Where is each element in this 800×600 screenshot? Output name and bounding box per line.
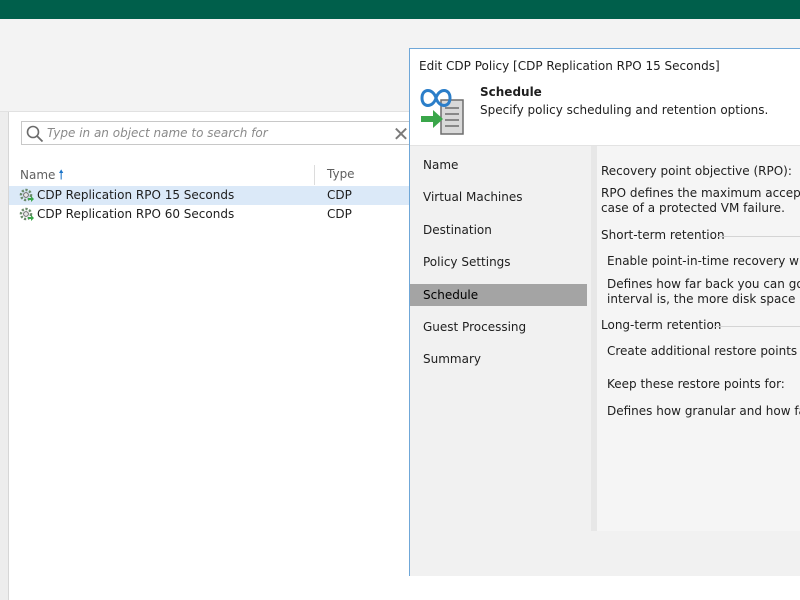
rpo-description-line-2: case of a protected VM failure.	[601, 201, 785, 215]
search-input[interactable]	[47, 124, 377, 142]
wizard-step-policy-settings[interactable]: Policy Settings	[410, 251, 587, 273]
edit-cdp-policy-dialog: Edit CDP Policy [CDP Replication RPO 15 …	[409, 48, 800, 577]
keep-restore-points-label: Keep these restore points for:	[607, 377, 785, 391]
section-divider	[715, 326, 800, 327]
sort-ascending-icon: 🠕	[58, 168, 64, 183]
long-term-retention-heading: Long-term retention	[601, 318, 722, 332]
search-icon	[26, 125, 44, 143]
wizard-step-title: Schedule	[480, 85, 542, 99]
dialog-bottom-area	[409, 576, 800, 600]
cdp-policy-icon	[18, 187, 34, 203]
column-header-name-label: Name	[20, 168, 56, 182]
dialog-title[interactable]: Edit CDP Policy [CDP Replication RPO 15 …	[419, 59, 720, 73]
rpo-description-line-1: RPO defines the maximum acceptable	[601, 186, 800, 200]
wizard-body: Name Virtual Machines Destination Policy…	[410, 145, 800, 577]
wizard-step-subtitle: Specify policy scheduling and retention …	[480, 103, 769, 117]
schedule-settings-pane: Recovery point objective (RPO): RPO defi…	[591, 146, 800, 531]
schedule-settings-content: Recovery point objective (RPO): RPO defi…	[597, 146, 800, 531]
table-row[interactable]: CDP Replication RPO 15 Seconds CDP	[9, 186, 409, 205]
row-name: CDP Replication RPO 60 Seconds	[37, 207, 235, 221]
column-header-name[interactable]: Name 🠕	[20, 166, 64, 188]
row-type: CDP	[327, 188, 352, 202]
wizard-footer	[410, 531, 800, 577]
search-box: ✕	[21, 121, 413, 145]
wizard-step-name[interactable]: Name	[410, 154, 587, 176]
cdp-policy-icon	[18, 206, 34, 222]
list-column-headers: Name 🠕 Type	[9, 164, 409, 186]
wizard-step-destination[interactable]: Destination	[410, 219, 587, 241]
cdp-schedule-icon	[419, 86, 465, 136]
short-term-retention-heading: Short-term retention	[601, 228, 725, 242]
additional-restore-points-label: Create additional restore points every:	[607, 344, 800, 358]
section-divider	[717, 236, 800, 237]
wizard-steps-nav: Name Virtual Machines Destination Policy…	[410, 146, 590, 531]
short-term-description-line-2: interval is, the more disk space is requ	[607, 292, 800, 306]
wizard-step-schedule[interactable]: Schedule	[410, 284, 587, 306]
point-in-time-recovery-label: Enable point-in-time recovery within:	[607, 254, 800, 268]
rpo-label: Recovery point objective (RPO):	[601, 164, 792, 178]
short-term-description-line-1: Defines how far back you can go from	[607, 277, 800, 291]
wizard-header: Schedule Specify policy scheduling and r…	[410, 77, 800, 145]
policy-list-panel: ✕ Name🠕 Type CDP Replication RPO 15 Seco…	[9, 112, 413, 600]
column-header-type[interactable]: Type	[327, 167, 355, 181]
column-separator[interactable]	[314, 165, 315, 185]
table-row[interactable]: CDP Replication RPO 60 Seconds CDP	[9, 205, 409, 224]
app-title-bar	[0, 0, 800, 19]
wizard-step-guest-processing[interactable]: Guest Processing	[410, 316, 587, 338]
row-name: CDP Replication RPO 15 Seconds	[37, 188, 235, 202]
navigation-pane-edge	[0, 112, 9, 600]
row-type: CDP	[327, 207, 352, 221]
wizard-step-summary[interactable]: Summary	[410, 348, 587, 370]
long-term-description: Defines how granular and how far bac	[607, 404, 800, 418]
wizard-step-virtual-machines[interactable]: Virtual Machines	[410, 186, 587, 208]
